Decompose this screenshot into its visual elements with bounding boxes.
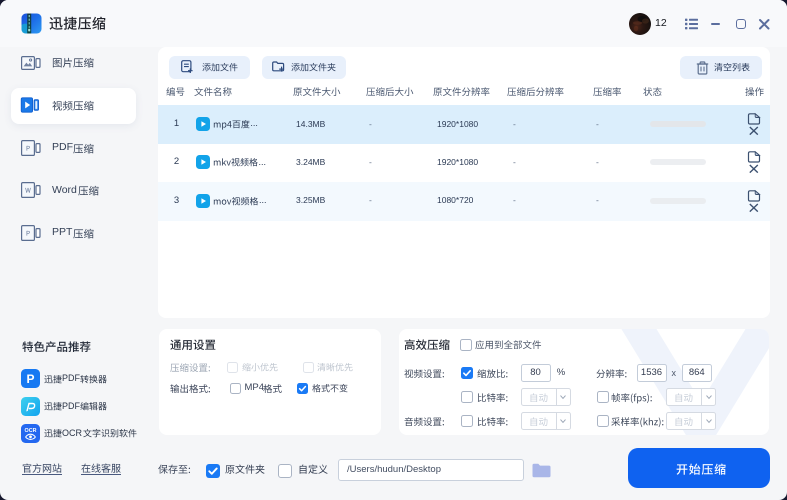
- svg-text:P: P: [26, 372, 34, 386]
- svg-text:OCR: OCR: [24, 428, 36, 434]
